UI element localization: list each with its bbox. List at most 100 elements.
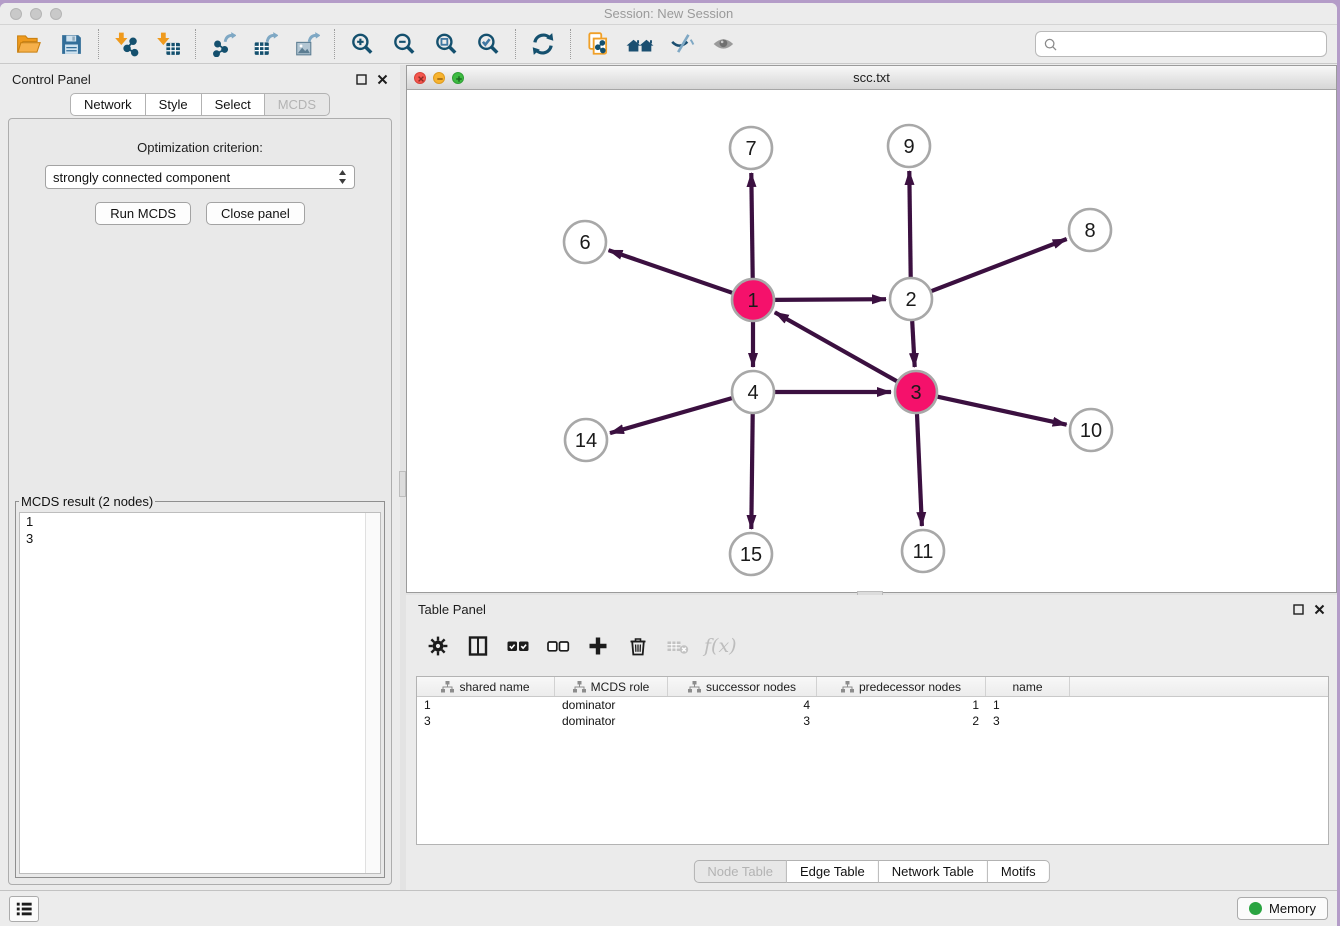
deselect-all-button[interactable] xyxy=(540,630,576,662)
maximize-window-button[interactable] xyxy=(50,8,62,20)
float-table-panel-icon[interactable] xyxy=(1293,604,1304,615)
refresh-view-button[interactable] xyxy=(522,28,564,60)
import-network-button[interactable] xyxy=(105,28,147,60)
criterion-dropdown[interactable]: strongly connected component xyxy=(45,165,355,189)
graph-node-1[interactable]: 1 xyxy=(732,279,774,321)
tab-style[interactable]: Style xyxy=(146,93,202,116)
graph-edge-4-15[interactable] xyxy=(751,414,752,529)
graph-edge-2-3[interactable] xyxy=(912,321,915,367)
column-header-predecessor-nodes[interactable]: predecessor nodes xyxy=(817,677,986,696)
table-settings-button[interactable] xyxy=(420,630,456,662)
column-header-mcds-role[interactable]: MCDS role xyxy=(555,677,668,696)
hide-selection-button[interactable] xyxy=(661,28,703,60)
close-panel-button[interactable]: Close panel xyxy=(206,202,305,225)
mcds-result-item[interactable]: 1 xyxy=(20,513,380,530)
minimize-window-button[interactable] xyxy=(30,8,42,20)
graph-node-4[interactable]: 4 xyxy=(732,371,774,413)
column-header-name[interactable]: name xyxy=(986,677,1070,696)
result-scrollbar[interactable] xyxy=(365,513,380,873)
graph-node-7[interactable]: 7 xyxy=(730,127,772,169)
tab-node-table[interactable]: Node Table xyxy=(693,860,787,883)
delete-column-button[interactable] xyxy=(620,630,656,662)
zoom-in-button[interactable] xyxy=(341,28,383,60)
import-table-button[interactable] xyxy=(147,28,189,60)
graph-edge-3-10[interactable] xyxy=(938,397,1067,425)
graph-node-10[interactable]: 10 xyxy=(1070,409,1112,451)
split-view-button[interactable] xyxy=(460,630,496,662)
graph-edge-2-9[interactable] xyxy=(909,171,910,277)
open-file-button[interactable] xyxy=(8,28,50,60)
show-all-networks-button[interactable] xyxy=(619,28,661,60)
graph-node-6[interactable]: 6 xyxy=(564,221,606,263)
export-table-button[interactable] xyxy=(244,28,286,60)
graph-node-2[interactable]: 2 xyxy=(890,278,932,320)
log-console-button[interactable] xyxy=(9,896,39,922)
add-column-button[interactable] xyxy=(580,630,616,662)
network-window-titlebar[interactable]: scc.txt xyxy=(407,66,1336,90)
svg-text:1: 1 xyxy=(747,290,758,312)
tab-edge-table[interactable]: Edge Table xyxy=(787,860,879,883)
save-session-button[interactable] xyxy=(50,28,92,60)
network-minimize-button[interactable] xyxy=(433,72,445,84)
table-cell: 4 xyxy=(668,697,817,713)
column-header-successor-nodes[interactable]: successor nodes xyxy=(668,677,817,696)
svg-text:6: 6 xyxy=(579,232,590,254)
graph-node-11[interactable]: 11 xyxy=(902,530,944,572)
control-panel-header: Control Panel xyxy=(0,65,400,93)
graph-edge-3-11[interactable] xyxy=(917,414,922,526)
network-canvas[interactable]: 7 9 6 8 1 2 4 3 14 10 15 11 xyxy=(407,91,1336,592)
zoom-selected-button[interactable] xyxy=(467,28,509,60)
graph-node-14[interactable]: 14 xyxy=(565,419,607,461)
table-row[interactable]: 3dominator323 xyxy=(417,713,1328,729)
svg-text:9: 9 xyxy=(903,136,914,158)
run-mcds-button[interactable]: Run MCDS xyxy=(95,202,191,225)
graph-node-9[interactable]: 9 xyxy=(888,125,930,167)
mcds-result-list[interactable]: 13 xyxy=(19,512,381,874)
function-builder-button[interactable]: f(x) xyxy=(704,635,737,657)
graph-edge-2-8[interactable] xyxy=(932,239,1067,291)
mcds-result-title: MCDS result (2 nodes) xyxy=(19,494,155,509)
tab-mcds[interactable]: MCDS xyxy=(265,93,330,116)
graph-edge-4-14[interactable] xyxy=(610,398,732,433)
search-box[interactable] xyxy=(1035,31,1327,57)
graph-edge-1-2[interactable] xyxy=(775,299,886,300)
split-view-icon xyxy=(466,634,490,658)
tab-motifs[interactable]: Motifs xyxy=(988,860,1050,883)
close-table-panel-icon[interactable] xyxy=(1314,604,1325,615)
tree-icon xyxy=(441,681,454,693)
float-panel-icon[interactable] xyxy=(356,74,367,85)
graph-node-8[interactable]: 8 xyxy=(1069,209,1111,251)
search-input[interactable] xyxy=(1059,37,1320,52)
svg-text:11: 11 xyxy=(913,541,934,563)
memory-button[interactable]: Memory xyxy=(1237,897,1328,920)
titlebar: Session: New Session xyxy=(0,3,1337,25)
export-network-button[interactable] xyxy=(202,28,244,60)
column-header-shared-name[interactable]: shared name xyxy=(417,677,555,696)
mcds-result-item[interactable]: 3 xyxy=(20,530,380,547)
network-window-title: scc.txt xyxy=(407,70,1336,85)
graph-edge-1-7[interactable] xyxy=(751,173,752,278)
copy-network-button[interactable] xyxy=(577,28,619,60)
select-all-button[interactable] xyxy=(500,630,536,662)
tab-select[interactable]: Select xyxy=(202,93,265,116)
close-panel-icon[interactable] xyxy=(377,74,388,85)
zoom-out-button[interactable] xyxy=(383,28,425,60)
export-image-button[interactable] xyxy=(286,28,328,60)
tab-network-table[interactable]: Network Table xyxy=(879,860,988,883)
graph-edge-3-1[interactable] xyxy=(775,312,897,381)
table-row[interactable]: 1dominator411 xyxy=(417,697,1328,713)
network-graph[interactable]: 7 9 6 8 1 2 4 3 14 10 15 11 xyxy=(407,91,1336,593)
mcds-panel: Optimization criterion: strongly connect… xyxy=(8,118,392,885)
network-close-button[interactable] xyxy=(414,72,426,84)
show-selection-button[interactable] xyxy=(703,28,745,60)
close-window-button[interactable] xyxy=(10,8,22,20)
vertical-splitter-grip[interactable] xyxy=(399,471,406,497)
graph-edge-1-6[interactable] xyxy=(609,250,733,293)
network-zoom-button[interactable] xyxy=(452,72,464,84)
zoom-fit-button[interactable] xyxy=(425,28,467,60)
delete-table-button[interactable] xyxy=(660,630,696,662)
graph-node-3[interactable]: 3 xyxy=(895,371,937,413)
graph-node-15[interactable]: 15 xyxy=(730,533,772,575)
tab-network[interactable]: Network xyxy=(70,93,146,116)
gear-icon xyxy=(426,634,450,658)
